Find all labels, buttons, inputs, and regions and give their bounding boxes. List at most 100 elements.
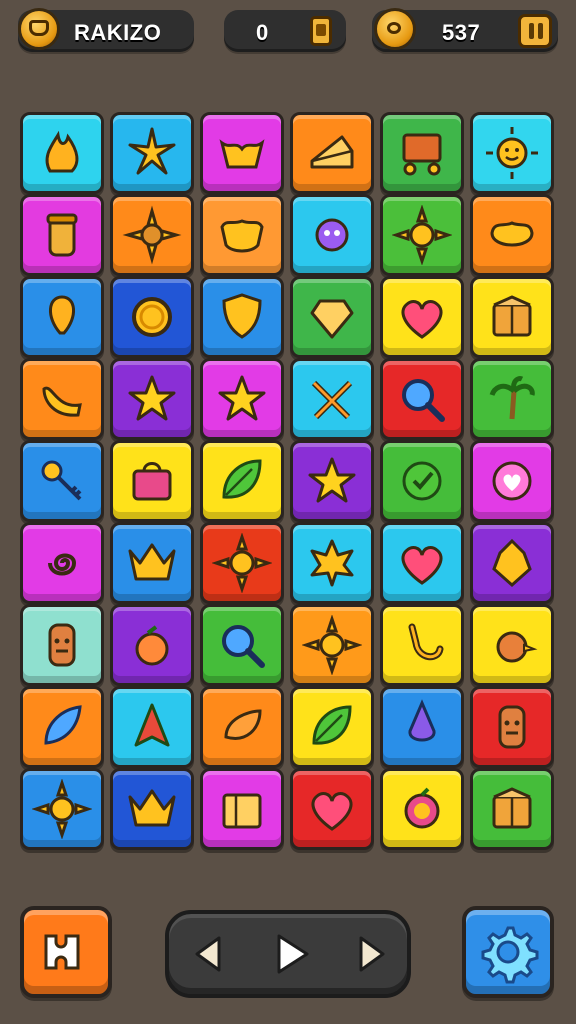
board-tile[interactable]: [110, 112, 194, 194]
board-tile[interactable]: [470, 194, 554, 276]
bird-icon: [496, 631, 538, 663]
board-tile[interactable]: [200, 440, 284, 522]
box-icon: [222, 793, 262, 829]
moves-panel: 0: [224, 10, 346, 52]
board-tile[interactable]: [290, 768, 374, 850]
board-tile[interactable]: [200, 112, 284, 194]
board-tile[interactable]: [200, 604, 284, 686]
board-tile[interactable]: [290, 440, 374, 522]
board-tile[interactable]: [110, 522, 194, 604]
board-tile[interactable]: [380, 522, 464, 604]
board-tile[interactable]: [380, 112, 464, 194]
heart-icon: [401, 300, 443, 339]
play-icon[interactable]: [265, 928, 317, 980]
balloon-icon: [49, 295, 75, 335]
board-tile[interactable]: [290, 358, 374, 440]
board-tile[interactable]: [20, 358, 104, 440]
spiral-icon: [48, 553, 77, 576]
navigation-bar: [165, 910, 411, 998]
board-tile[interactable]: [20, 686, 104, 768]
seed-icon: [224, 709, 262, 740]
heart-icon: [311, 792, 353, 831]
maple-leaf-icon: [310, 539, 354, 587]
board-tile[interactable]: [470, 522, 554, 604]
palm-tree-icon: [489, 376, 535, 420]
board-tile[interactable]: [200, 522, 284, 604]
gem-icon: [310, 299, 354, 339]
board-tile[interactable]: [20, 440, 104, 522]
dish-icon: [490, 221, 534, 247]
board-tile[interactable]: [470, 768, 554, 850]
horn-icon: [42, 386, 82, 417]
board-tile[interactable]: [290, 194, 374, 276]
board-tile[interactable]: [20, 522, 104, 604]
board-tile[interactable]: [110, 276, 194, 358]
cart-icon: [402, 133, 442, 176]
board-tile[interactable]: [470, 112, 554, 194]
star-icon: [218, 375, 266, 421]
speech-coin-icon: [374, 8, 416, 50]
crate-icon: [492, 295, 532, 337]
board-tile[interactable]: [20, 112, 104, 194]
sun-icon: [32, 779, 92, 839]
coin-avatar-icon[interactable]: [18, 8, 60, 50]
board-tile[interactable]: [200, 276, 284, 358]
board-tile[interactable]: [380, 768, 464, 850]
board-tile[interactable]: [380, 686, 464, 768]
board-tile[interactable]: [200, 686, 284, 768]
board-tile[interactable]: [110, 604, 194, 686]
board-tile[interactable]: [20, 194, 104, 276]
puzzle-button[interactable]: [20, 906, 112, 998]
heart-bubble-icon: [492, 461, 532, 501]
arrow-right-icon[interactable]: [345, 928, 397, 980]
board-tile[interactable]: [110, 686, 194, 768]
puzzle-icon: [44, 934, 80, 970]
cheese-icon: [310, 135, 354, 169]
board-tile[interactable]: [470, 686, 554, 768]
board-tile[interactable]: [380, 440, 464, 522]
board-tile[interactable]: [380, 194, 464, 276]
apple-icon: [404, 787, 440, 829]
board-tile[interactable]: [470, 440, 554, 522]
board-tile[interactable]: [110, 358, 194, 440]
crossed-sticks-icon: [311, 380, 353, 420]
board-tile[interactable]: [200, 194, 284, 276]
star-icon: [128, 375, 176, 421]
feather-icon: [44, 705, 82, 745]
arrow-left-icon[interactable]: [183, 928, 235, 980]
pot-icon: [135, 625, 169, 666]
board-tile[interactable]: [470, 276, 554, 358]
board-tile[interactable]: [380, 604, 464, 686]
magnifier-icon: [402, 379, 445, 422]
board-tile[interactable]: [470, 604, 554, 686]
hook-icon: [408, 623, 444, 661]
sun-icon: [212, 533, 272, 593]
board-tile[interactable]: [110, 440, 194, 522]
board-tile[interactable]: [380, 276, 464, 358]
monster-icon: [315, 218, 349, 252]
board-tile[interactable]: [290, 686, 374, 768]
arrowhead-icon: [134, 703, 170, 747]
board-tile[interactable]: [200, 768, 284, 850]
board-tile[interactable]: [470, 358, 554, 440]
crate-icon: [492, 787, 532, 829]
settings-button[interactable]: [462, 906, 554, 998]
board-tile[interactable]: [290, 604, 374, 686]
totem-icon: [48, 623, 76, 667]
board-tile[interactable]: [290, 276, 374, 358]
board-tile[interactable]: [110, 194, 194, 276]
board-tile[interactable]: [380, 358, 464, 440]
key-icon: [41, 460, 82, 501]
board-tile[interactable]: [20, 276, 104, 358]
leaf-icon: [222, 459, 262, 499]
board-tile[interactable]: [20, 604, 104, 686]
board-tile[interactable]: [110, 768, 194, 850]
pause-button[interactable]: [518, 14, 552, 48]
player-name: RAKIZO: [74, 20, 162, 45]
board-tile[interactable]: [290, 112, 374, 194]
board-tile[interactable]: [290, 522, 374, 604]
board-tile[interactable]: [20, 768, 104, 850]
sun-face-icon: [486, 127, 538, 179]
board-tile[interactable]: [200, 358, 284, 440]
bag-icon: [132, 462, 172, 501]
